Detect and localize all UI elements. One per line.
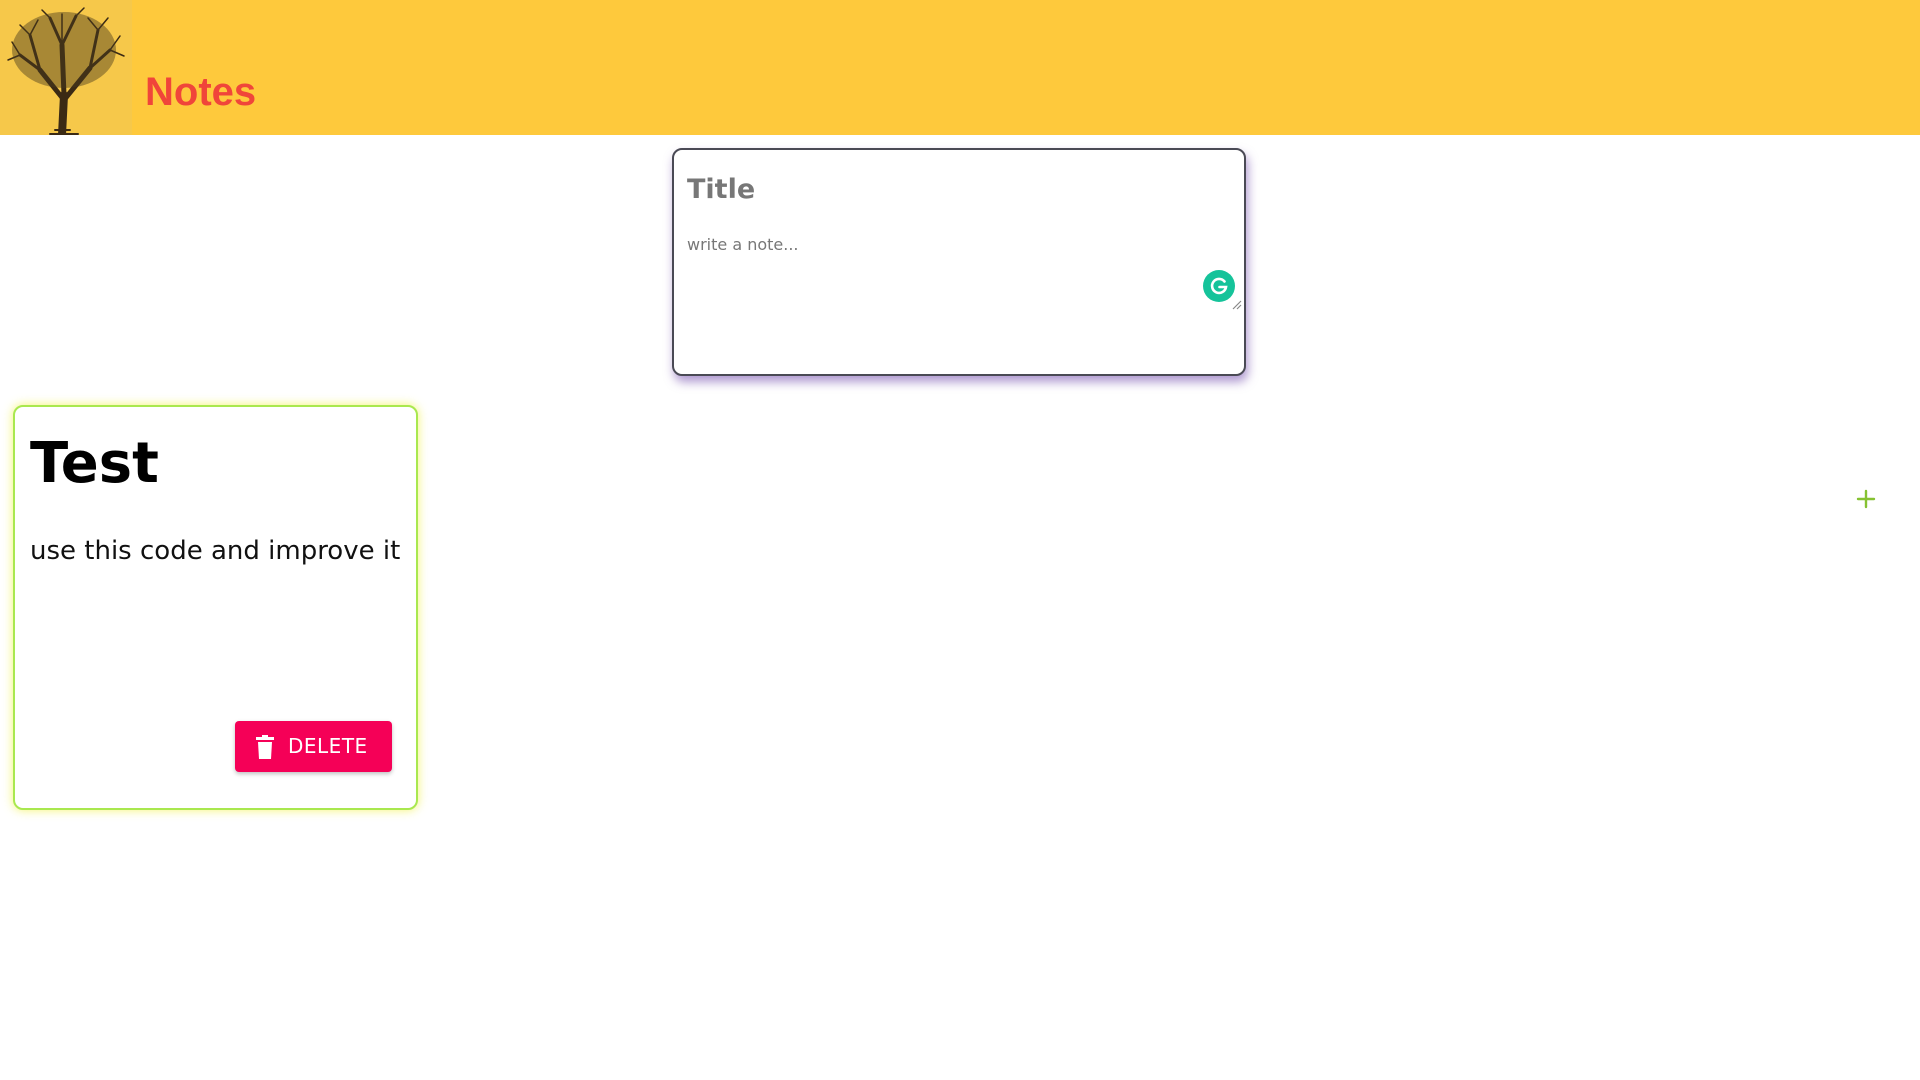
note-composer [672,148,1876,509]
app-title: Notes [145,69,257,114]
note-title-input[interactable] [687,174,1207,205]
note-content-textarea[interactable] [687,235,1227,305]
note-title: Test [30,431,159,496]
trash-icon [256,735,274,759]
resize-handle-icon[interactable] [1230,298,1242,310]
tree-logo-icon [0,0,132,139]
note-card: Test use this code and improve it DELETE [13,405,418,810]
plus-icon [1856,489,1876,509]
delete-note-button[interactable]: DELETE [235,721,392,772]
note-content: use this code and improve it [30,536,401,566]
delete-button-label: DELETE [288,734,368,758]
app-header: Notes [0,0,1920,139]
tree-icon [0,0,132,139]
add-note-button[interactable] [1852,485,1880,513]
